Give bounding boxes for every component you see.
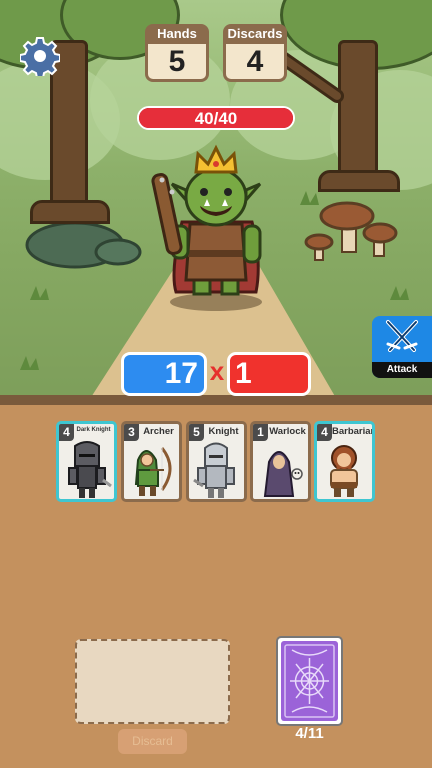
hand-card-dark-knight[interactable]: 4 Dark Knight: [56, 421, 117, 502]
card-name: Dark Knight: [76, 427, 111, 433]
attack-button[interactable]: Attack: [372, 316, 432, 378]
hand-card-knight[interactable]: 5 Knight: [186, 421, 247, 502]
hand-card-barbarian[interactable]: 4 Barbarian: [314, 421, 375, 502]
chips-score: 17: [121, 352, 207, 396]
deck-count: 4/11: [295, 725, 324, 742]
draw-deck[interactable]: [276, 636, 343, 726]
hands-value: 5: [145, 44, 209, 82]
hands-label: Hands: [145, 24, 209, 44]
multiply-sign: x: [209, 356, 225, 386]
hand-card-archer[interactable]: 3 Archer: [121, 421, 182, 502]
knight-portrait: [193, 442, 235, 498]
hands-counter: Hands 5: [145, 24, 209, 82]
card-value: 3: [124, 424, 139, 441]
enemy-health-text: 40/40: [194, 109, 238, 128]
card-name: Archer: [143, 426, 174, 437]
card-value: 4: [317, 424, 332, 441]
enemy-health-bar: 40/40: [137, 106, 295, 130]
discards-label: Discards: [223, 24, 287, 44]
card-name: Knight: [208, 426, 239, 437]
discards-counter: Discards 4: [223, 24, 287, 82]
discard-button[interactable]: Discard: [118, 729, 187, 754]
card-name: Barbarian: [332, 426, 375, 437]
crossed-swords-icon: [386, 320, 418, 352]
barbarian-portrait: [330, 445, 358, 497]
card-value: 4: [59, 424, 74, 441]
discards-value: 4: [223, 44, 287, 82]
card-value: 5: [189, 424, 204, 441]
orc-king-enemy[interactable]: [150, 142, 282, 314]
warlock-portrait: [263, 451, 303, 497]
hand-card-warlock[interactable]: 1 Warlock: [250, 421, 311, 502]
gear-icon[interactable]: [20, 36, 60, 76]
discard-drop-zone[interactable]: [75, 639, 230, 724]
archer-portrait: [134, 447, 172, 496]
card-back-icon: [281, 641, 338, 721]
card-name: Warlock: [269, 426, 306, 437]
mult-score: 1: [227, 352, 311, 396]
attack-label: Attack: [372, 362, 432, 378]
dark-knight-portrait: [68, 441, 112, 498]
card-value: 1: [253, 424, 268, 441]
